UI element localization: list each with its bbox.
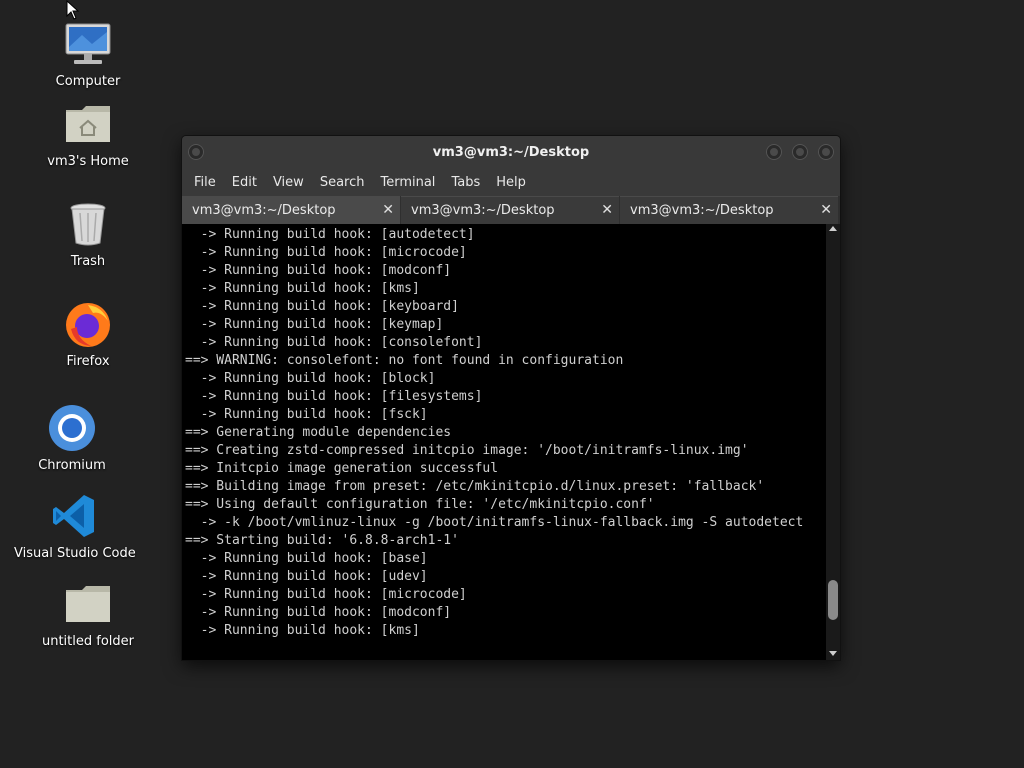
- terminal-line: -> Running build hook: [keymap]: [185, 317, 444, 332]
- desktop-icon-home[interactable]: vm3's Home: [28, 98, 148, 169]
- terminal-line: -> Running build hook: [keyboard]: [185, 299, 459, 314]
- terminal-line: -> Running build hook: [kms]: [185, 281, 420, 296]
- desktop-icon-label: Firefox: [66, 354, 110, 369]
- tab-close-icon[interactable]: ✕: [382, 202, 394, 218]
- desktop-icon-chromium[interactable]: Chromium: [12, 402, 132, 473]
- tab-2[interactable]: vm3@vm3:~/Desktop ✕: [401, 196, 619, 224]
- menu-tabs[interactable]: Tabs: [443, 175, 488, 190]
- maximize-button[interactable]: [792, 144, 808, 160]
- terminal-line: -> Running build hook: [kms]: [185, 623, 420, 638]
- terminal-line: ==> WARNING: consolefont: no font found …: [185, 353, 624, 368]
- menu-search[interactable]: Search: [312, 175, 373, 190]
- window-title: vm3@vm3:~/Desktop: [432, 144, 590, 160]
- desktop-icon-label: Visual Studio Code: [14, 546, 136, 561]
- scroll-up-arrow-icon[interactable]: [829, 226, 837, 231]
- desktop-icon-firefox[interactable]: Firefox: [28, 298, 148, 369]
- window-titlebar[interactable]: vm3@vm3:~/Desktop: [182, 136, 840, 168]
- folder-icon: [66, 586, 110, 622]
- terminal-lines: -> Running build hook: [autodetect] -> R…: [182, 224, 826, 640]
- menu-help[interactable]: Help: [488, 175, 534, 190]
- terminal-line: -> Running build hook: [autodetect]: [185, 227, 475, 242]
- desktop-icon-untitled-folder[interactable]: untitled folder: [28, 578, 148, 649]
- desktop-icon-label: Computer: [55, 74, 121, 89]
- desktop-icon-label: untitled folder: [41, 634, 134, 649]
- home-folder-icon: [66, 106, 110, 142]
- menubar: File Edit View Search Terminal Tabs Help: [182, 168, 840, 196]
- tab-bar: vm3@vm3:~/Desktop ✕ vm3@vm3:~/Desktop ✕ …: [182, 196, 840, 224]
- terminal-line: -> Running build hook: [filesystems]: [185, 389, 483, 404]
- terminal-line: -> Running build hook: [fsck]: [185, 407, 428, 422]
- terminal-line: -> Running build hook: [block]: [185, 371, 436, 386]
- terminal-line: -> Running build hook: [microcode]: [185, 587, 467, 602]
- computer-icon: [65, 23, 111, 64]
- terminal-line: -> Running build hook: [consolefont]: [185, 335, 483, 350]
- mouse-cursor-icon: [66, 0, 80, 20]
- menu-file[interactable]: File: [186, 175, 224, 190]
- terminal-line: ==> Generating module dependencies: [185, 425, 452, 440]
- tab-label: vm3@vm3:~/Desktop: [411, 203, 555, 218]
- tab-3[interactable]: vm3@vm3:~/Desktop ✕: [620, 196, 838, 224]
- menu-edit[interactable]: Edit: [224, 175, 265, 190]
- terminal-line: -> Running build hook: [udev]: [185, 569, 428, 584]
- close-button[interactable]: [818, 144, 834, 160]
- chromium-icon: [49, 405, 95, 451]
- tab-close-icon[interactable]: ✕: [601, 202, 613, 218]
- terminal-output[interactable]: -> Running build hook: [autodetect] -> R…: [182, 224, 826, 660]
- terminal-line: -> Running build hook: [modconf]: [185, 605, 452, 620]
- desktop-icon-trash[interactable]: Trash: [28, 198, 148, 269]
- menu-terminal[interactable]: Terminal: [372, 175, 443, 190]
- terminal-window: vm3@vm3:~/Desktop File Edit View Search …: [182, 136, 840, 660]
- terminal-line: -> -k /boot/vmlinuz-linux -g /boot/initr…: [185, 515, 804, 530]
- desktop-icon-label: Chromium: [38, 458, 106, 473]
- minimize-button[interactable]: [766, 144, 782, 160]
- scroll-thumb[interactable]: [828, 579, 838, 620]
- tab-label: vm3@vm3:~/Desktop: [630, 203, 774, 218]
- terminal-line: ==> Initcpio image generation successful: [185, 461, 499, 476]
- desktop-icon-computer[interactable]: Computer: [28, 18, 148, 89]
- terminal-line: -> Running build hook: [microcode]: [185, 245, 467, 260]
- firefox-icon: [66, 303, 110, 347]
- vscode-icon: [53, 495, 94, 537]
- tab-1[interactable]: vm3@vm3:~/Desktop ✕: [182, 196, 400, 224]
- desktop-icon-label: Trash: [70, 254, 106, 269]
- trash-icon: [70, 203, 106, 246]
- terminal-line: -> Running build hook: [base]: [185, 551, 428, 566]
- terminal-line: ==> Starting build: '6.8.8-arch1-1': [185, 533, 459, 548]
- desktop-icon-label: vm3's Home: [47, 154, 129, 169]
- terminal-line: ==> Creating zstd-compressed initcpio im…: [185, 443, 749, 458]
- desktop-icon-vscode[interactable]: Visual Studio Code: [14, 490, 136, 561]
- terminal-line: ==> Using default configuration file: '/…: [185, 497, 655, 512]
- terminal-line: ==> Building image from preset: /etc/mki…: [185, 479, 765, 494]
- window-menu-button[interactable]: [188, 144, 204, 160]
- terminal-scrollbar[interactable]: [826, 224, 840, 660]
- tab-close-icon[interactable]: ✕: [820, 202, 832, 218]
- terminal-line: -> Running build hook: [modconf]: [185, 263, 452, 278]
- tab-label: vm3@vm3:~/Desktop: [192, 203, 336, 218]
- menu-view[interactable]: View: [265, 175, 312, 190]
- scroll-down-arrow-icon[interactable]: [829, 651, 837, 656]
